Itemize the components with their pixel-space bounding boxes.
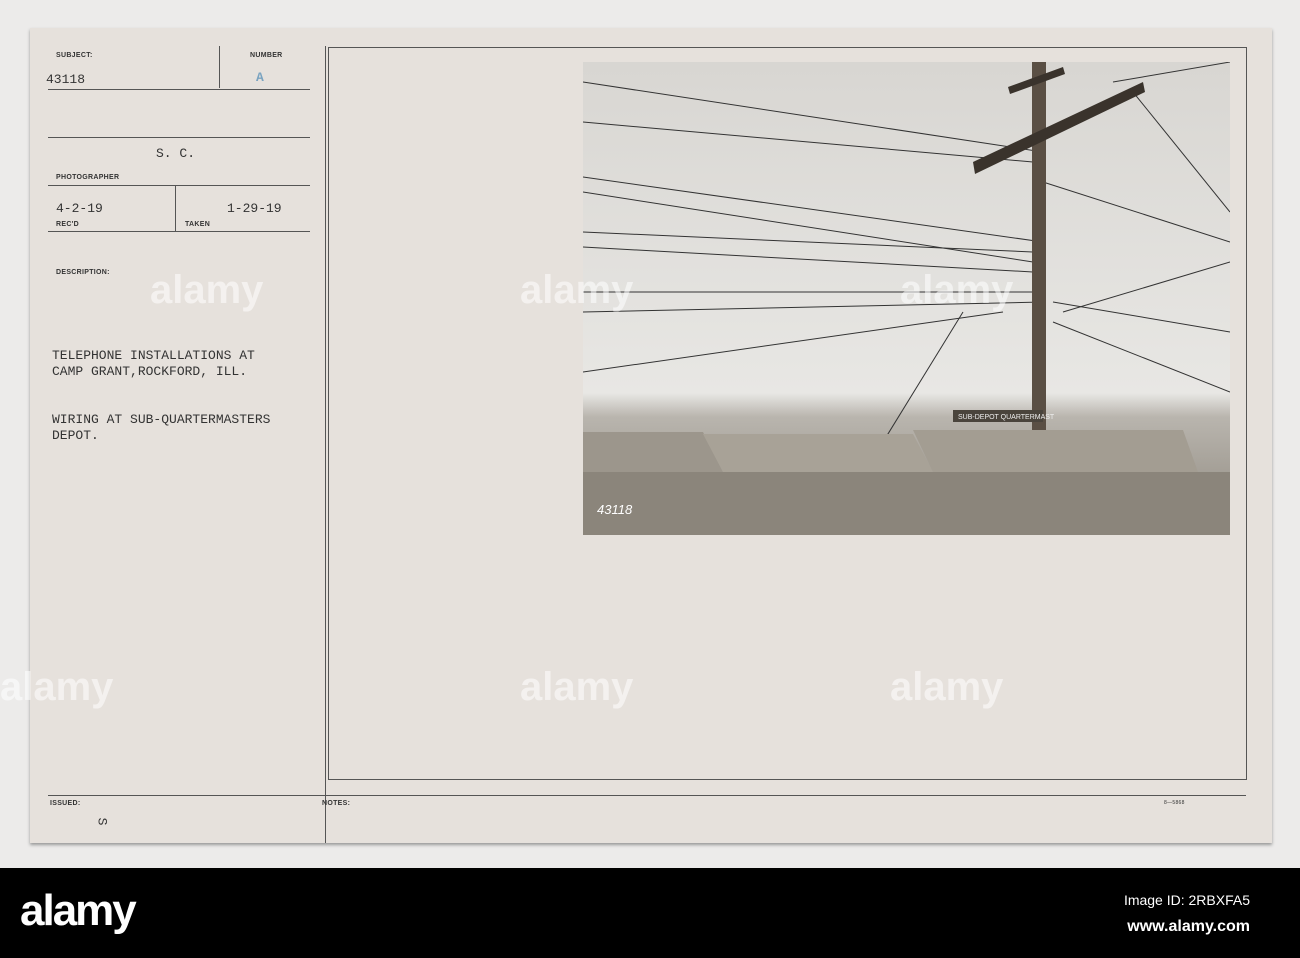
watermark: alamy xyxy=(0,665,114,709)
watermark: alamy xyxy=(520,268,634,312)
description-line-4: DEPOT. xyxy=(52,428,99,443)
taken-label: TAKEN xyxy=(185,221,211,228)
recd-label: REC'D xyxy=(56,221,79,228)
description-line-2: CAMP GRANT,ROCKFORD, ILL. xyxy=(52,364,248,379)
description-line-3: WIRING AT SUB-QUARTERMASTERS xyxy=(52,412,271,427)
issued-label: ISSUED: xyxy=(50,800,81,807)
watermark: alamy xyxy=(520,665,634,709)
negative-number: 43118 xyxy=(597,502,633,517)
image-id: Image ID: 2RBXFA5 xyxy=(1123,892,1250,908)
issued-value: S xyxy=(94,817,110,826)
taken-value: 1-29-19 xyxy=(227,201,282,216)
sign-text: SUB-DEPOT QUARTERMAST xyxy=(958,414,1055,421)
number-label: NUMBER xyxy=(250,52,283,59)
watermark: alamy xyxy=(150,268,264,312)
photographer-label: PHOTOGRAPHER xyxy=(56,174,120,181)
description-line-1: TELEPHONE INSTALLATIONS AT xyxy=(52,348,255,363)
description-label: DESCRIPTION: xyxy=(56,269,110,276)
recd-value: 4-2-19 xyxy=(56,201,103,216)
watermark: alamy xyxy=(900,268,1014,312)
watermark: alamy xyxy=(890,665,1004,709)
photographer-value: S. C. xyxy=(156,146,196,161)
subject-value: 43118 xyxy=(46,72,86,87)
subject-label: SUBJECT: xyxy=(56,52,93,59)
alamy-url[interactable]: www.alamy.com xyxy=(1127,918,1250,936)
form-code: 8—5868 xyxy=(1164,800,1185,806)
number-value: A xyxy=(256,70,264,85)
footer-bar: alamy Image ID: 2RBXFA5 www.alamy.com xyxy=(0,868,1300,958)
notes-label: NOTES: xyxy=(322,800,351,807)
alamy-logo: alamy xyxy=(20,886,137,935)
